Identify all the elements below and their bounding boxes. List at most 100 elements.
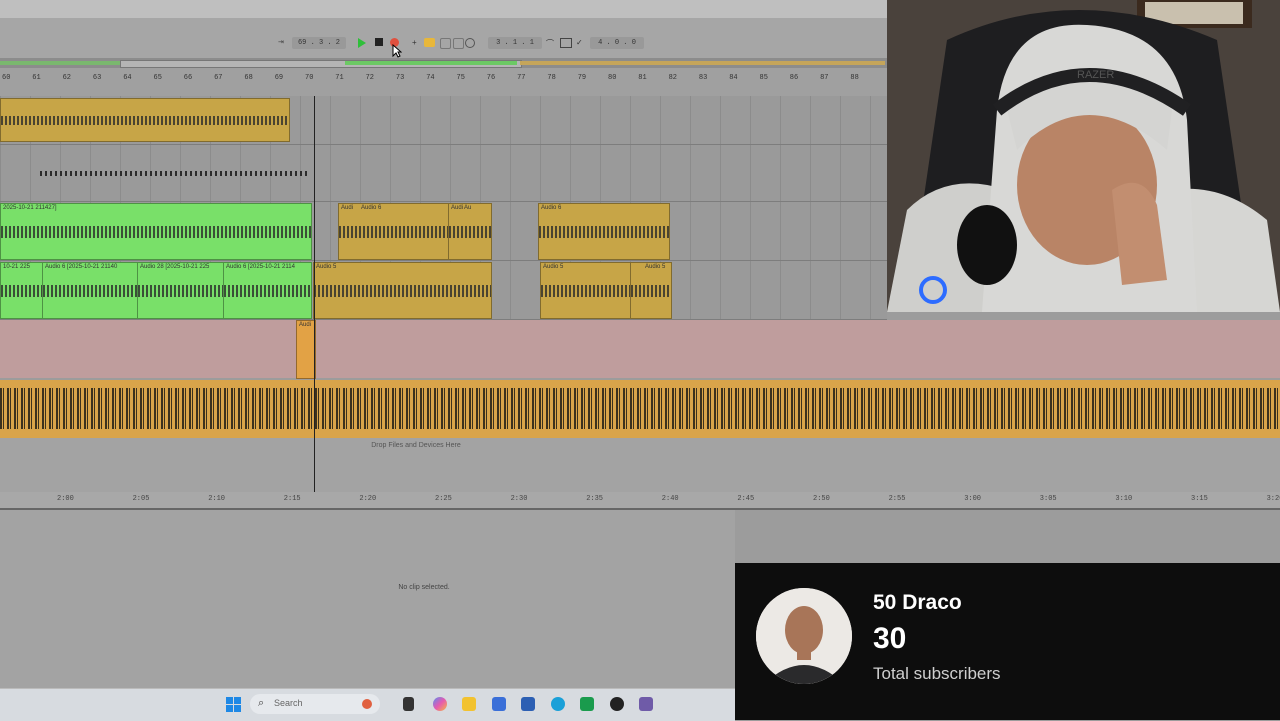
- bar-number: 65: [153, 74, 162, 82]
- audio-clip[interactable]: Audio 6 [2025-10-21 21140: [42, 262, 139, 319]
- subscriber-label: Total subscribers: [873, 664, 1001, 683]
- punch-in-icon[interactable]: [440, 38, 451, 49]
- audio-track-1[interactable]: [0, 96, 887, 145]
- bar-number: 80: [608, 74, 617, 82]
- audio-clip[interactable]: Audi Au: [448, 203, 492, 260]
- audio-track-5[interactable]: Audi: [0, 320, 1280, 379]
- headphone-brand: RAZER: [1077, 69, 1114, 81]
- session-record-icon[interactable]: [453, 38, 464, 49]
- search-placeholder: Search: [274, 698, 303, 708]
- audio-track-3[interactable]: 2025-10-21 211427] Audi Audio 6 Audi Au Au…: [0, 202, 887, 261]
- time-ruler[interactable]: 2:00 2:05 2:10 2:15 2:20 2:25 2:30 2:35 2:40 2:45…: [0, 492, 1280, 510]
- beat-time-ruler[interactable]: 60 61 62 63 64 65 66 67 68 69 70 71 72 73 74 75 76 77 78 79…: [0, 68, 887, 97]
- automation-arm-icon[interactable]: [424, 38, 435, 47]
- bar-number: 76: [486, 74, 496, 82]
- overdub-icon[interactable]: +: [412, 38, 421, 47]
- edge-icon[interactable]: [551, 697, 565, 711]
- audio-clip[interactable]: Audio 5: [313, 262, 492, 319]
- audio-clip[interactable]: [0, 382, 1279, 435]
- audio-track-6[interactable]: [0, 380, 1280, 438]
- live-app-icon[interactable]: [639, 697, 653, 711]
- taskbar-search-input[interactable]: ⌕: [250, 694, 380, 714]
- monitor-app-icon[interactable]: [521, 697, 535, 711]
- arrangement-overview[interactable]: [0, 58, 887, 68]
- start-icon[interactable]: [226, 697, 241, 712]
- bar-number: 73: [395, 74, 405, 82]
- bar-number: 84: [729, 74, 738, 82]
- bar-number: 78: [547, 74, 556, 82]
- bar-number: 63: [92, 74, 102, 82]
- bar-number: 75: [456, 74, 465, 82]
- time-label: 3:15: [1191, 495, 1208, 503]
- time-label: 3:00: [964, 495, 981, 503]
- time-label: 2:50: [813, 495, 830, 503]
- bar-number: 64: [123, 74, 132, 82]
- webcam-overlay: RAZER: [887, 0, 1280, 312]
- bar-number: 71: [335, 74, 344, 82]
- bar-number: 81: [638, 74, 647, 82]
- bar-number: 77: [517, 74, 526, 82]
- time-label: 2:00: [57, 495, 74, 503]
- time-label: 2:05: [132, 495, 150, 503]
- time-label: 2:55: [888, 495, 906, 503]
- channel-name: 50 Draco: [873, 591, 962, 614]
- play-icon[interactable]: [358, 38, 366, 48]
- overview-loop-region: [345, 61, 517, 65]
- bar-number: 79: [577, 74, 587, 82]
- bar-number: 85: [759, 74, 768, 82]
- time-label: 3:05: [1039, 495, 1057, 503]
- time-label: 2:35: [586, 495, 603, 503]
- loop-switch-icon[interactable]: [560, 38, 572, 48]
- bar-number: 87: [820, 74, 829, 82]
- draw-mode-icon[interactable]: ✓: [576, 38, 583, 47]
- loop-icon[interactable]: [465, 38, 475, 48]
- stop-icon[interactable]: [375, 38, 383, 46]
- audio-clip[interactable]: Audio 28 [2025-10-21 225: [137, 262, 225, 319]
- audio-clip[interactable]: 10-21 225: [0, 262, 44, 319]
- audio-clip[interactable]: Audi Audio 6: [338, 203, 450, 260]
- webcam-scene: RAZER: [887, 0, 1280, 312]
- avatar-image: [756, 588, 852, 684]
- task-view-icon[interactable]: [403, 697, 414, 711]
- time-label: 2:20: [359, 495, 377, 503]
- bar-number: 74: [426, 74, 435, 82]
- bar-number: 83: [698, 74, 708, 82]
- media-player-icon[interactable]: [610, 697, 624, 711]
- follow-button[interactable]: ⇥: [278, 38, 284, 48]
- audio-clip[interactable]: Audio 5: [630, 262, 672, 319]
- bar-number: 82: [668, 74, 677, 82]
- time-label: 2:40: [661, 495, 679, 503]
- audio-clip[interactable]: Audio 6: [538, 203, 670, 260]
- search-icon: ⌕: [258, 697, 265, 709]
- time-label: 2:10: [208, 495, 225, 503]
- bar-number: 68: [244, 74, 253, 82]
- bar-number: 62: [62, 74, 71, 82]
- time-label: 3:20: [1266, 495, 1280, 503]
- file-explorer-icon[interactable]: [462, 697, 476, 711]
- time-label: 2:30: [510, 495, 528, 503]
- loop-start-field[interactable]: 3 . 1 . 1: [488, 37, 542, 49]
- time-label: 3:10: [1115, 495, 1133, 503]
- audio-track-4[interactable]: 10-21 225 Audio 6 [2025-10-21 21140 Audi…: [0, 261, 887, 320]
- bar-number: 60: [2, 74, 11, 82]
- clip-detail-view[interactable]: [0, 510, 735, 688]
- audio-clip[interactable]: Audio 6 [2025-10-21 2114: [223, 262, 312, 319]
- subscriber-count: 30: [873, 622, 907, 655]
- overview-clips-region: [520, 61, 885, 65]
- drop-zone-label: Drop Files and Devices Here: [371, 442, 461, 449]
- store-icon[interactable]: [492, 697, 506, 711]
- audio-track-2[interactable]: [0, 145, 887, 202]
- time-label: 2:45: [737, 495, 755, 503]
- loop-length-field[interactable]: 4 . 0 . 0: [590, 37, 644, 49]
- punch-icon[interactable]: ⌒: [546, 38, 554, 49]
- audio-clip[interactable]: Audi: [296, 320, 316, 379]
- bar-number: 67: [214, 74, 223, 82]
- time-label: 2:25: [435, 495, 452, 503]
- audio-clip[interactable]: Audio 5: [540, 262, 632, 319]
- audio-clip[interactable]: [0, 98, 290, 142]
- arrangement-position-field[interactable]: 69 . 3 . 2: [292, 37, 346, 49]
- audio-clip[interactable]: 2025-10-21 211427]: [0, 203, 312, 260]
- playhead: [314, 96, 315, 492]
- copilot-icon[interactable]: [433, 697, 447, 711]
- terminal-app-icon[interactable]: [580, 697, 594, 711]
